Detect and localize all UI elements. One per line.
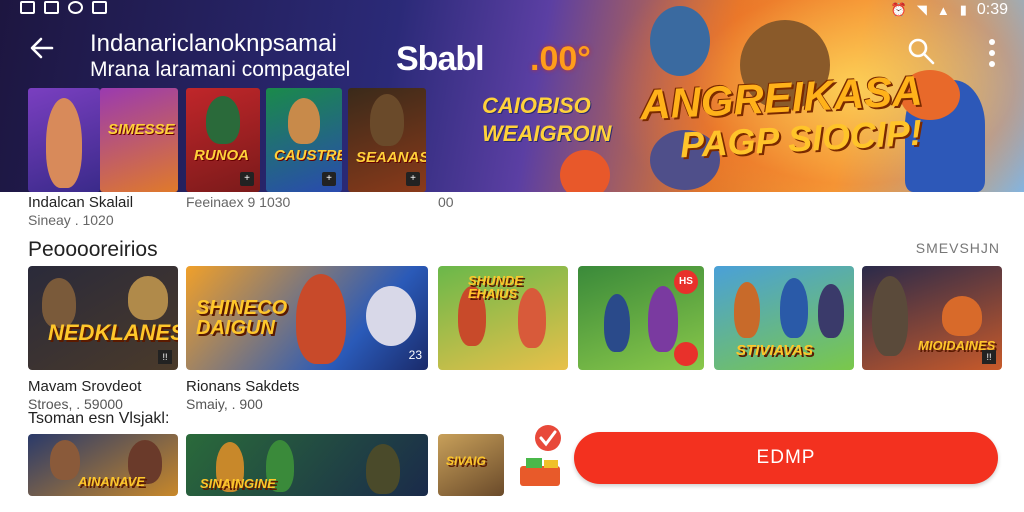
- page-subtitle: Mrana laramani compagatel: [90, 58, 351, 81]
- more-vertical-icon: [989, 39, 995, 67]
- top-caption-2-title: Feeinaex 9 1030: [186, 194, 291, 210]
- search-button[interactable]: [906, 36, 938, 68]
- thumb-game-2[interactable]: SIMESSE: [100, 88, 178, 192]
- card-character: [50, 440, 80, 480]
- thumb-game-1[interactable]: [28, 88, 100, 192]
- game-card-3[interactable]: SHUNDE EHAIUS: [438, 266, 568, 370]
- card-2-title: Rionans Sakdets: [186, 378, 300, 395]
- thumb-character: [288, 98, 320, 144]
- card-art-text: AINANAVE: [78, 474, 145, 489]
- status-left-icons: [20, 1, 107, 14]
- signal-icon: ▲: [936, 2, 950, 18]
- app-icon: [92, 1, 107, 14]
- thumb-art-text: SEAANAS: [356, 149, 426, 166]
- thumb-character: [46, 98, 82, 188]
- status-time: 0:39: [976, 1, 1008, 18]
- thumb-game-5[interactable]: SEAANAS +: [348, 88, 426, 192]
- see-all-link[interactable]: SMEVSHJN: [916, 240, 1000, 256]
- section-title: Peooooreirios: [28, 238, 158, 261]
- status-bar: ⏰ ◥ ▲ ▮ 0:39: [0, 0, 1024, 20]
- game-card-5[interactable]: STIVIAVAS: [714, 266, 854, 370]
- back-button[interactable]: [26, 34, 58, 66]
- card-character: [872, 276, 908, 356]
- card-character: [734, 282, 760, 338]
- promo-left-text: CAIOBISO WEAIGROIN: [482, 92, 612, 148]
- card-character: [780, 278, 808, 338]
- search-icon: [908, 38, 935, 65]
- card-shield: [366, 286, 416, 346]
- card-badge-secondary: [674, 342, 698, 366]
- game-card-8[interactable]: SINAINGINE: [186, 434, 428, 496]
- card-art-text: SHUNDE EHAIUS: [468, 273, 523, 301]
- card-character: [296, 274, 346, 364]
- game-card-6[interactable]: MIOIDAINES !!: [862, 266, 1002, 370]
- card-badge: HS: [674, 270, 698, 294]
- card-character: [128, 276, 168, 320]
- thumb-character: [370, 94, 404, 146]
- card-badge: !!: [982, 350, 996, 364]
- status-right-icons: ⏰ ◥ ▲ ▮ 0:39: [891, 1, 1008, 19]
- globe-icon: [68, 1, 83, 14]
- top-caption-1-title: Indalcan Skalail: [28, 194, 134, 211]
- section2-title: Tsoman esn Vlsjakl:: [28, 410, 170, 427]
- thumb-character: [206, 96, 240, 144]
- more-options-button[interactable]: [978, 36, 1006, 70]
- app-icon-thumbnail: [516, 424, 568, 490]
- card-character: [604, 294, 630, 352]
- card-2-sub: Smaiy, . 900: [186, 396, 263, 412]
- game-card-9[interactable]: SIVAIG: [438, 434, 504, 496]
- card-badge: !!: [158, 350, 172, 364]
- top-caption-1-sub: Sineay . 1020: [28, 212, 114, 228]
- battery-icon: ▮: [959, 2, 967, 17]
- card-character: [818, 284, 844, 338]
- image-icon: [44, 1, 59, 14]
- thumb-game-4[interactable]: CAUSTRE +: [266, 88, 342, 192]
- thumb-game-3[interactable]: RUNOA +: [186, 88, 260, 192]
- wifi-icon: ◥: [916, 2, 927, 17]
- card-art-text: NEDKLANES: [48, 320, 178, 345]
- page-title: Indanariclanoknpsamai: [90, 30, 337, 57]
- gift-icon: [520, 425, 561, 486]
- arrow-left-icon: [30, 37, 54, 59]
- hero-banner: ⏰ ◥ ▲ ▮ 0:39 Indanariclanoknpsamai Mrana…: [0, 0, 1024, 192]
- card-character: [648, 286, 678, 352]
- game-card-4[interactable]: HS: [578, 266, 704, 370]
- alarm-icon: ⏰: [890, 2, 907, 17]
- card-character: [366, 444, 400, 494]
- game-card-7[interactable]: AINANAVE: [28, 434, 178, 496]
- card-art-text: SHINECO DAIGUN: [196, 297, 288, 339]
- thumb-art-text: RUNOA: [194, 147, 249, 164]
- game-card-2[interactable]: SHINECO DAIGUN 23: [186, 266, 428, 370]
- game-card-1[interactable]: NEDKLANES !!: [28, 266, 178, 370]
- thumb-art-text: SIMESSE: [108, 121, 175, 138]
- thumb-art-text: CAUSTRE: [274, 147, 342, 164]
- photo-icon: [20, 1, 35, 14]
- card-character: [942, 296, 982, 336]
- card-art-text: SIVAIG: [446, 454, 486, 468]
- card-art-text: SINAINGINE: [200, 476, 276, 491]
- promo-left-line1: CAIOBISO: [482, 93, 591, 118]
- hero-ball: [560, 150, 610, 192]
- top-caption-3-title: 00: [438, 194, 454, 210]
- thumb-badge: +: [240, 172, 254, 186]
- card-1-title: Mavam Srovdeot: [28, 378, 142, 395]
- install-button[interactable]: EDMP: [574, 432, 998, 484]
- card-art-text: STIVIAVAS: [736, 342, 813, 359]
- brand-logo: Sbabl: [396, 40, 485, 78]
- thumb-badge: +: [322, 172, 336, 186]
- brand-badge: .00°: [530, 40, 591, 78]
- promo-left-line2: WEAIGROIN: [482, 121, 612, 146]
- thumb-badge: +: [406, 172, 420, 186]
- card-badge: 23: [408, 348, 422, 362]
